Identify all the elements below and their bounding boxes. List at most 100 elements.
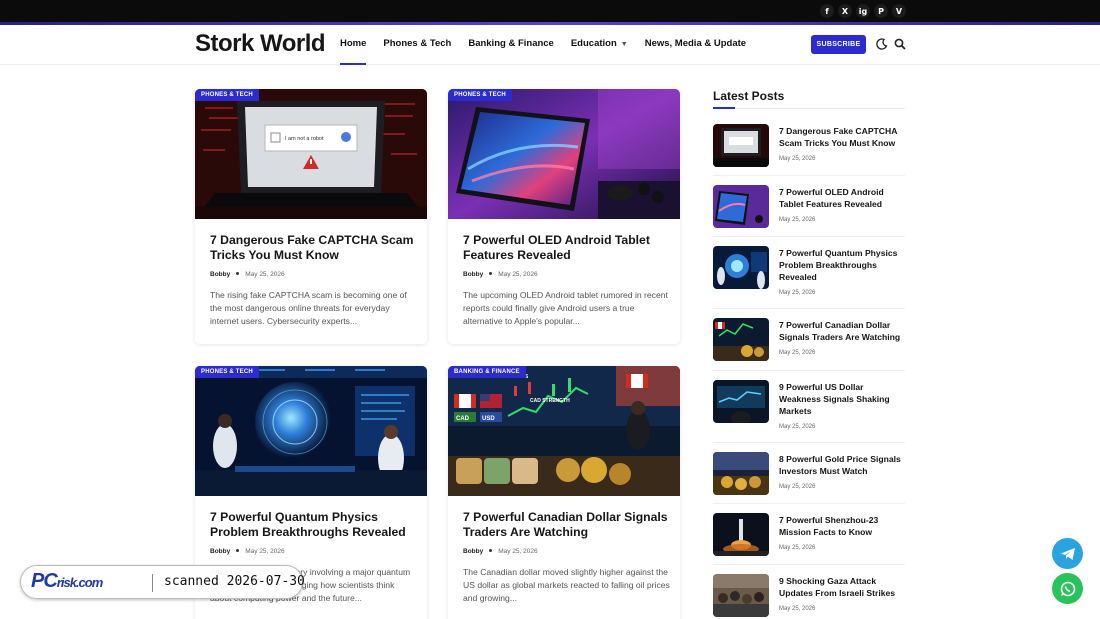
dark-mode-icon[interactable] — [876, 38, 888, 50]
post-title[interactable]: 7 Powerful OLED Android Tablet Features … — [779, 186, 905, 210]
post-divider — [713, 236, 905, 237]
sidebar-title: Latest Posts — [713, 89, 785, 103]
article-meta: Bobby May 25, 2026 — [463, 271, 538, 278]
post-date: May 25, 2026 — [779, 217, 816, 223]
article-excerpt: The Canadian dollar moved slightly highe… — [463, 567, 670, 603]
nav-education[interactable]: Education ▼ — [571, 38, 628, 49]
pcrisk-logo: PCrisk.com — [31, 570, 103, 592]
post-thumbnail[interactable] — [713, 574, 769, 617]
article-title[interactable]: 7 Powerful Quantum Physics Problem Break… — [210, 510, 415, 540]
article-title[interactable]: 7 Dangerous Fake CAPTCHA Scam Tricks You… — [210, 233, 415, 263]
instagram-icon[interactable]: ig — [856, 4, 870, 18]
top-bar: f X ig P V — [0, 0, 1100, 22]
whatsapp-button[interactable] — [1052, 573, 1083, 604]
article-date: May 25, 2026 — [245, 548, 285, 555]
flag-label: USD — [482, 416, 495, 422]
post-divider — [713, 308, 905, 309]
site-logo[interactable]: Stork World — [195, 30, 326, 58]
article-author[interactable]: Bobby — [210, 548, 230, 555]
post-date: May 25, 2026 — [779, 484, 816, 490]
article-date: May 25, 2026 — [498, 548, 538, 555]
scan-date-text: scanned 2026-07-30 — [164, 574, 305, 589]
nav-phones-tech[interactable]: Phones & Tech — [383, 38, 451, 49]
post-title[interactable]: 7 Powerful Shenzhou-23 Mission Facts to … — [779, 514, 905, 538]
search-icon[interactable] — [894, 38, 906, 50]
post-thumbnail[interactable] — [713, 452, 769, 495]
post-date: May 25, 2026 — [779, 545, 816, 551]
nav-education-label: Education — [570, 38, 617, 49]
post-title[interactable]: 8 Powerful Gold Price Signals Investors … — [779, 453, 905, 477]
post-divider — [713, 564, 905, 565]
post-thumbnail[interactable] — [713, 185, 769, 228]
article-date: May 25, 2026 — [245, 271, 285, 278]
article-meta: Bobby May 25, 2026 — [210, 271, 285, 278]
post-date: May 25, 2026 — [779, 156, 816, 162]
market-label: CAD STRENGTH — [530, 398, 570, 404]
article-image[interactable]: PHONES & TECH — [448, 89, 680, 219]
nav-banking-finance[interactable]: Banking & Finance — [468, 38, 554, 49]
telegram-icon — [1060, 547, 1075, 560]
category-badge[interactable]: PHONES & TECH — [195, 89, 259, 101]
captcha-text: I am not a robot — [285, 136, 324, 142]
vimeo-icon[interactable]: V — [892, 4, 906, 18]
post-title[interactable]: 9 Shocking Gaza Attack Updates From Isra… — [779, 575, 905, 599]
post-date: May 25, 2026 — [779, 290, 816, 296]
post-title[interactable]: 7 Powerful Canadian Dollar Signals Trade… — [779, 319, 905, 343]
social-links: f X ig P V — [820, 4, 906, 18]
meta-separator — [236, 549, 240, 552]
article-author[interactable]: Bobby — [463, 271, 483, 278]
category-badge[interactable]: PHONES & TECH — [195, 366, 259, 378]
post-thumbnail[interactable] — [713, 318, 769, 361]
post-thumbnail[interactable] — [713, 513, 769, 556]
article-image[interactable]: I am not a robot PHONES & TECH — [195, 89, 427, 219]
meta-separator — [489, 272, 493, 275]
telegram-button[interactable] — [1052, 538, 1083, 569]
article-card[interactable]: PHONES & TECH 7 Powerful OLED Android Ta… — [448, 89, 680, 344]
post-divider — [713, 370, 905, 371]
category-badge[interactable]: BANKING & FINANCE — [448, 366, 526, 378]
article-image[interactable]: PHONES & TECH — [195, 366, 427, 496]
post-title[interactable]: 7 Dangerous Fake CAPTCHA Scam Tricks You… — [779, 125, 905, 149]
post-divider — [713, 175, 905, 176]
sidebar-title-accent — [713, 107, 735, 109]
post-date: May 25, 2026 — [779, 606, 816, 612]
x-twitter-icon[interactable]: X — [838, 4, 852, 18]
pinterest-icon[interactable]: P — [874, 4, 888, 18]
nav-news-media[interactable]: News, Media & Update — [645, 38, 746, 49]
article-card[interactable]: I am not a robot PHONES & TECH 7 Dangero… — [195, 89, 427, 344]
article-card[interactable]: OIL PRICES CAD STRENGTH CAD USD BANKING … — [448, 366, 680, 619]
article-title[interactable]: 7 Powerful OLED Android Tablet Features … — [463, 233, 668, 263]
article-date: May 25, 2026 — [498, 271, 538, 278]
article-author[interactable]: Bobby — [210, 271, 230, 278]
meta-separator — [236, 272, 240, 275]
article-meta: Bobby May 25, 2026 — [463, 548, 538, 555]
sidebar-divider — [713, 108, 905, 109]
whatsapp-icon — [1060, 581, 1075, 596]
flag-label: CAD — [456, 416, 470, 422]
category-badge[interactable]: PHONES & TECH — [448, 89, 512, 101]
article-meta: Bobby May 25, 2026 — [210, 548, 285, 555]
post-title[interactable]: 7 Powerful Quantum Physics Problem Break… — [779, 247, 905, 283]
article-image[interactable]: OIL PRICES CAD STRENGTH CAD USD BANKING … — [448, 366, 680, 496]
post-thumbnail[interactable] — [713, 380, 769, 423]
article-author[interactable]: Bobby — [463, 548, 483, 555]
post-date: May 25, 2026 — [779, 350, 816, 356]
subscribe-button[interactable]: SUBSCRIBE — [811, 35, 866, 54]
post-divider — [713, 442, 905, 443]
chevron-down-icon: ▼ — [620, 41, 628, 48]
main-nav: Home Phones & Tech Banking & Finance Edu… — [340, 38, 763, 65]
meta-separator — [489, 549, 493, 552]
article-title[interactable]: 7 Powerful Canadian Dollar Signals Trade… — [463, 510, 668, 540]
article-excerpt: The upcoming OLED Android tablet rumored… — [463, 290, 668, 326]
post-date: May 25, 2026 — [779, 424, 816, 430]
watermark-divider — [152, 574, 153, 592]
post-thumbnail[interactable] — [713, 124, 769, 167]
site-header: Stork World Home Phones & Tech Banking &… — [0, 25, 1100, 65]
post-thumbnail[interactable] — [713, 246, 769, 289]
pcrisk-watermark: PCrisk.com scanned 2026-07-30 — [20, 565, 305, 599]
post-title[interactable]: 9 Powerful US Dollar Weakness Signals Sh… — [779, 381, 905, 417]
facebook-icon[interactable]: f — [820, 4, 834, 18]
post-divider — [713, 503, 905, 504]
nav-home[interactable]: Home — [340, 38, 367, 65]
article-excerpt: The rising fake CAPTCHA scam is becoming… — [210, 290, 407, 326]
